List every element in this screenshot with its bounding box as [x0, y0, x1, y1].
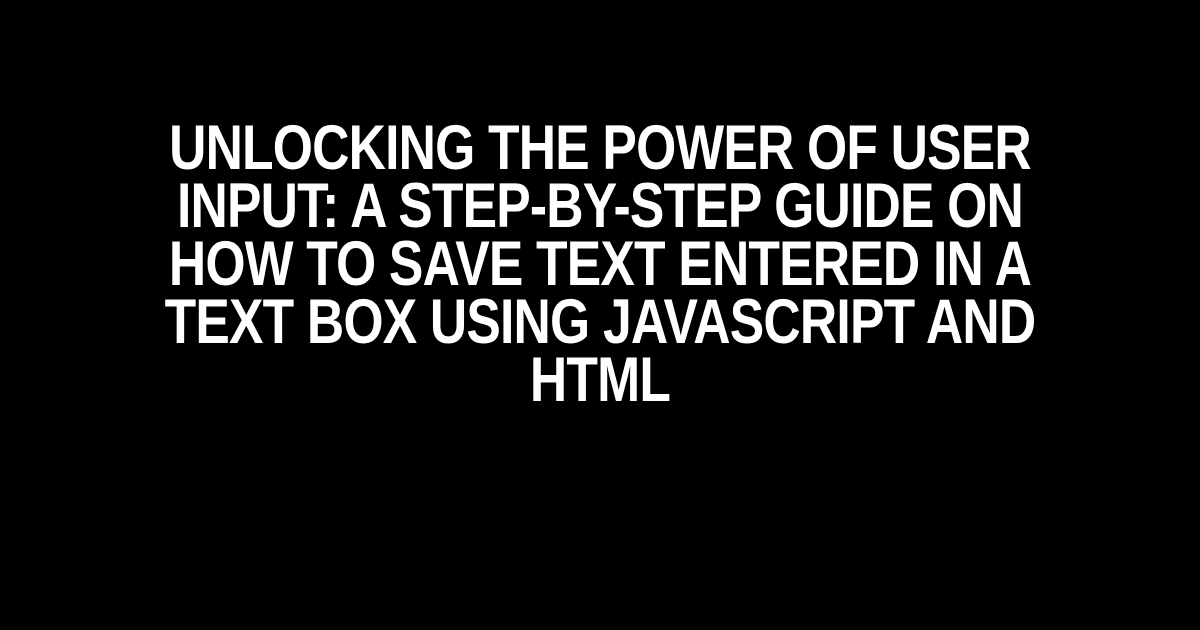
page-title: Unlocking the Power of User Input: A Ste… — [108, 120, 1092, 410]
